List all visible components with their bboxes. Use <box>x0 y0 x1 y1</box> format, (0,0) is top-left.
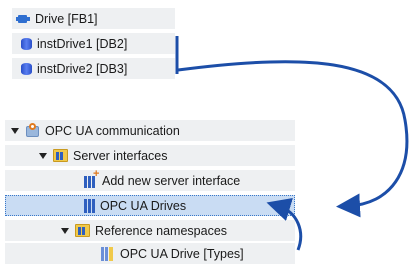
folder-icon <box>75 224 90 237</box>
tree-item-label: OPC UA Drives <box>100 198 187 213</box>
list-item-label: instDrive1 [DB2] <box>37 36 128 51</box>
list-item-drive-fb1[interactable]: Drive [FB1] <box>12 8 175 29</box>
tree-item-opc-ua-communication[interactable]: OPC UA communication <box>5 120 295 141</box>
namespace-type-icon <box>101 246 115 261</box>
expand-caret-icon[interactable] <box>61 227 69 234</box>
server-interface-icon <box>83 198 95 213</box>
data-block-icon <box>21 62 32 76</box>
expand-caret-icon[interactable] <box>39 152 47 159</box>
tree-item-opc-ua-drive-types[interactable]: OPC UA Drive [Types] <box>5 243 295 264</box>
opc-ua-communication-icon <box>25 123 40 138</box>
list-item-label: instDrive2 [DB3] <box>37 61 128 76</box>
tree-item-opc-ua-drives[interactable]: OPC UA Drives <box>5 195 295 216</box>
expand-caret-icon[interactable] <box>11 127 19 134</box>
list-item-instdrive1-db2[interactable]: instDrive1 [DB2] <box>12 33 175 54</box>
tree-item-reference-namespaces[interactable]: Reference namespaces <box>5 220 295 241</box>
tree-item-server-interfaces[interactable]: Server interfaces <box>5 145 295 166</box>
folder-icon <box>53 149 68 162</box>
list-item-label: Drive [FB1] <box>35 11 98 26</box>
add-interface-icon <box>84 168 99 188</box>
tree-item-label: Reference namespaces <box>95 223 228 238</box>
function-block-icon <box>16 14 30 24</box>
tree-item-add-new-server-interface[interactable]: Add new server interface <box>5 168 295 191</box>
data-block-icon <box>21 37 32 51</box>
list-item-instdrive2-db3[interactable]: instDrive2 [DB3] <box>12 58 175 79</box>
tree-item-label: OPC UA Drive [Types] <box>120 246 244 261</box>
tree-item-label: Server interfaces <box>73 148 168 163</box>
tree-item-label: Add new server interface <box>102 173 241 188</box>
tree-item-label: OPC UA communication <box>45 123 180 138</box>
